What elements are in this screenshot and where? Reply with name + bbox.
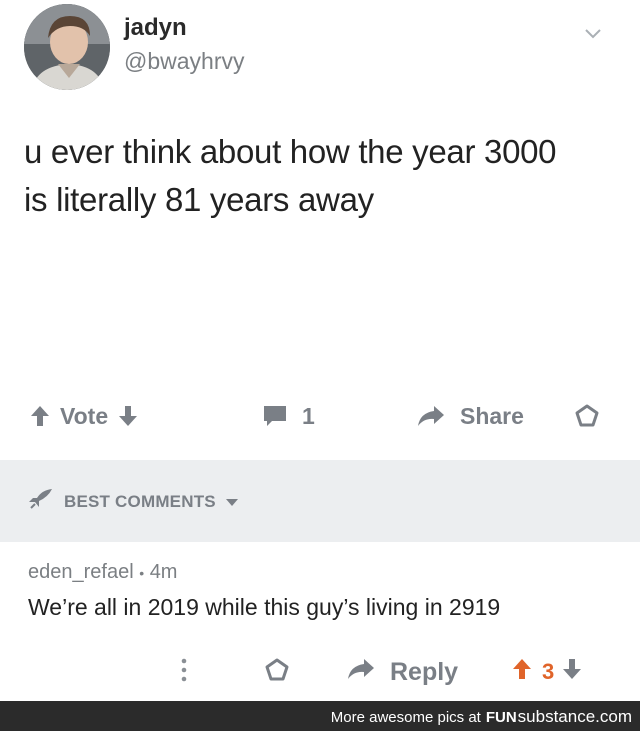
post-actions: Vote 1 Share	[0, 388, 640, 444]
kebab-icon	[180, 657, 188, 688]
footer-prefix: More awesome pics at	[330, 709, 481, 726]
vote-label: Vote	[60, 402, 109, 429]
comment-author[interactable]: eden_refael	[28, 561, 134, 583]
pentagon-icon	[574, 403, 600, 429]
avatar[interactable]	[24, 4, 110, 90]
upvote-icon[interactable]	[512, 658, 532, 686]
comment-vote-control: 3	[512, 656, 582, 688]
tweet-text-line: u ever think about how the year 3000	[24, 133, 557, 170]
vote-control: Vote	[30, 400, 138, 432]
handle[interactable]: @bwayhrvy	[124, 48, 245, 75]
pentagon-icon	[264, 657, 290, 688]
footer-brand-regular: substance.com	[517, 707, 632, 726]
best-comments-label: BEST COMMENTS	[64, 491, 216, 511]
username[interactable]: jadyn	[124, 14, 187, 42]
comment-count: 1	[302, 402, 315, 429]
downvote-icon[interactable]	[562, 658, 582, 686]
rocket-icon	[28, 488, 54, 515]
comment-icon	[262, 404, 288, 428]
tweet-header: jadyn @bwayhrvy	[24, 4, 616, 92]
share-label: Share	[460, 402, 524, 429]
tweet-text-line: is literally 81 years away	[24, 181, 374, 218]
comments-button[interactable]: 1	[262, 400, 315, 432]
reply-button[interactable]: Reply	[346, 656, 458, 688]
downvote-icon[interactable]	[118, 405, 138, 427]
tweet-text: u ever think about how the year 3000 is …	[24, 128, 616, 224]
comment-save-button[interactable]	[264, 656, 290, 688]
chevron-down-icon[interactable]	[582, 22, 604, 44]
best-comments-bar: BEST COMMENTS	[0, 460, 640, 542]
reply-label: Reply	[390, 657, 459, 686]
sort-dropdown[interactable]: BEST COMMENTS	[28, 488, 238, 515]
caret-down-icon	[225, 492, 238, 512]
footer-watermark: More awesome pics at FUN substance.com	[0, 701, 640, 731]
comment-text: We’re all in 2019 while this guy’s livin…	[28, 594, 501, 620]
share-icon	[416, 404, 446, 428]
comment-score: 3	[542, 659, 555, 684]
upvote-icon[interactable]	[30, 405, 50, 427]
comment-actions: Reply 3	[0, 652, 640, 692]
comment-age: 4m	[149, 561, 178, 583]
reply-icon	[346, 657, 376, 688]
comment-meta: eden_refael • 4m	[28, 561, 177, 584]
meta-separator: •	[139, 565, 145, 581]
share-button[interactable]: Share	[416, 400, 524, 432]
more-options-button[interactable]	[180, 656, 188, 688]
save-button[interactable]	[574, 400, 600, 432]
footer-text: More awesome pics at FUN substance.com	[331, 707, 632, 727]
footer-brand-bold: FUN	[485, 709, 517, 726]
